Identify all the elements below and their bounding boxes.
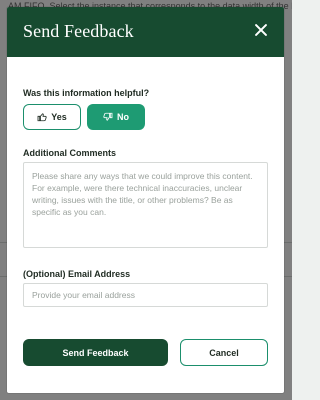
feedback-modal: Send Feedback Was this information helpf…: [7, 7, 284, 393]
email-placeholder: Provide your email address: [32, 290, 135, 300]
modal-title: Send Feedback: [23, 21, 134, 41]
no-label: No: [117, 112, 129, 122]
yes-button[interactable]: Yes: [23, 104, 81, 130]
send-feedback-button[interactable]: Send Feedback: [23, 339, 168, 366]
email-address-input[interactable]: Provide your email address: [23, 283, 268, 307]
additional-comments-textarea[interactable]: Please share any ways that we could impr…: [23, 162, 268, 248]
send-feedback-label: Send Feedback: [62, 347, 129, 358]
email-address-label: (Optional) Email Address: [23, 269, 131, 279]
yes-label: Yes: [51, 112, 67, 122]
cancel-button[interactable]: Cancel: [180, 339, 268, 366]
additional-comments-label: Additional Comments: [23, 148, 117, 158]
modal-header: Send Feedback: [7, 7, 284, 57]
thumbs-up-icon: [37, 113, 47, 122]
helpful-question: Was this information helpful?: [23, 88, 150, 98]
cancel-label: Cancel: [209, 347, 239, 358]
no-button[interactable]: No: [87, 104, 145, 130]
thumbs-down-icon: [103, 112, 113, 121]
close-icon[interactable]: [254, 23, 268, 37]
